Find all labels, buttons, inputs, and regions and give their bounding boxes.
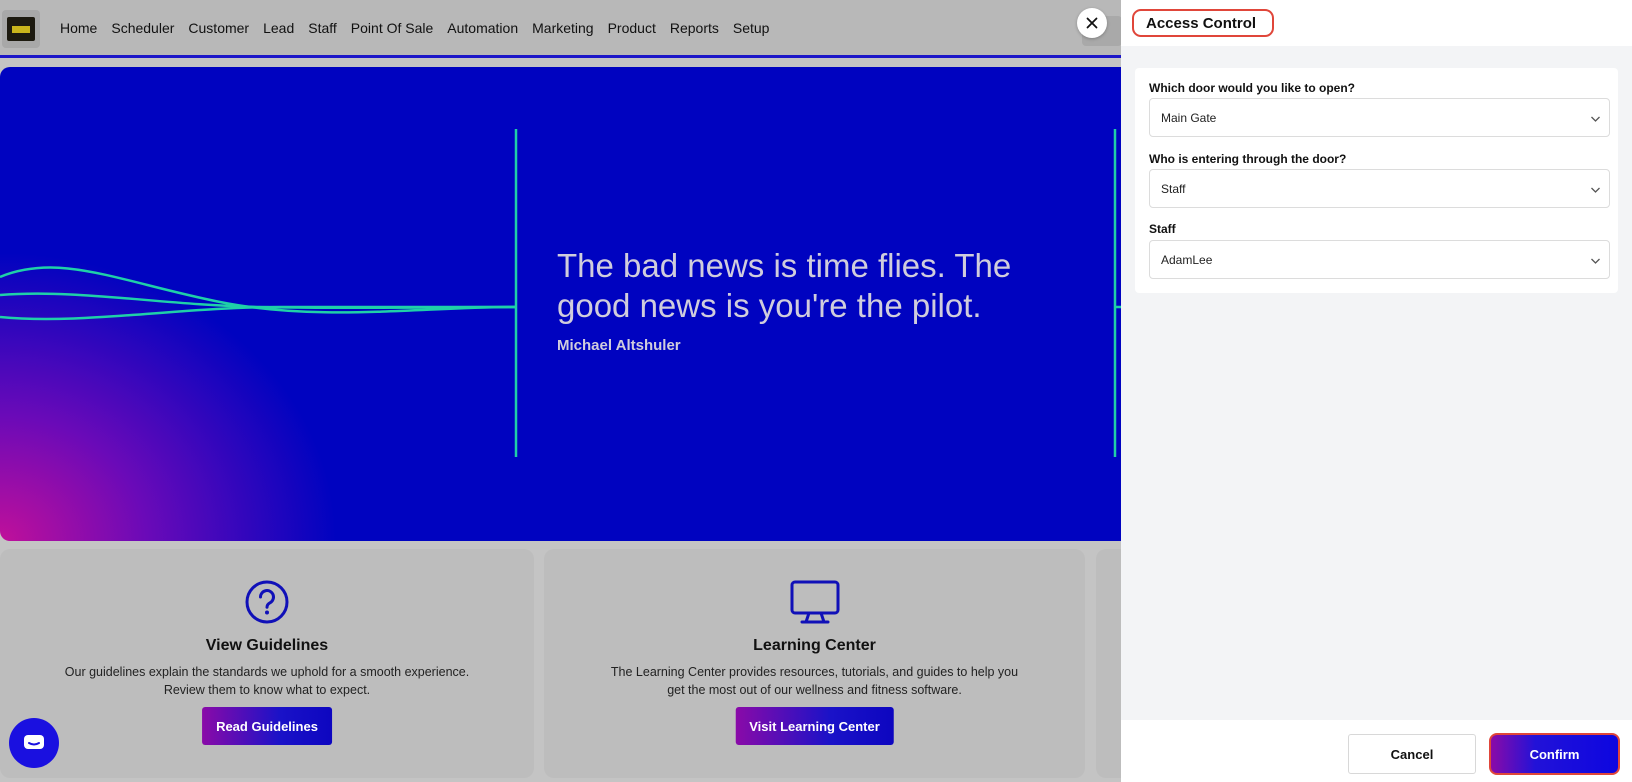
- card-title: View Guidelines: [205, 637, 329, 654]
- quote-text: The bad news is time flies. The good new…: [557, 247, 1012, 324]
- panel-footer: Cancel Confirm: [1121, 720, 1632, 782]
- panel-header: Access Control: [1121, 0, 1632, 46]
- entrant-type-select[interactable]: Staff: [1149, 169, 1610, 208]
- door-select-value: Main Gate: [1161, 111, 1217, 125]
- guidelines-card: View Guidelines Our guidelines explain t…: [0, 549, 534, 778]
- access-form: Which door would you like to open? Main …: [1135, 68, 1618, 293]
- card-description: The Learning Center provides resources, …: [610, 665, 1019, 697]
- card-description: Our guidelines explain the standards we …: [64, 665, 470, 697]
- nav-item-point-of-sale[interactable]: Point Of Sale: [351, 20, 434, 36]
- cancel-button[interactable]: Cancel: [1348, 734, 1476, 774]
- staff-select-value: AdamLee: [1161, 253, 1213, 267]
- nav-item-staff[interactable]: Staff: [308, 20, 337, 36]
- app-logo[interactable]: [2, 10, 40, 48]
- nav-item-scheduler[interactable]: Scheduler: [111, 20, 174, 36]
- confirm-button[interactable]: Confirm: [1489, 733, 1620, 775]
- nav-item-automation[interactable]: Automation: [447, 20, 518, 36]
- close-icon: [1086, 17, 1098, 29]
- nav-item-product[interactable]: Product: [608, 20, 656, 36]
- chevron-down-icon: [1591, 116, 1600, 122]
- panel-title: Access Control: [1132, 9, 1275, 37]
- nav-item-lead[interactable]: Lead: [263, 20, 294, 36]
- close-panel-button[interactable]: [1077, 8, 1107, 38]
- entrant-type-select-value: Staff: [1161, 182, 1186, 196]
- staff-label: Staff: [1149, 222, 1176, 236]
- chevron-down-icon: [1591, 187, 1600, 193]
- access-control-panel: Access Control Which door would you like…: [1121, 0, 1632, 782]
- quote-banner: The bad news is time flies. The good new…: [0, 67, 1121, 541]
- learning-center-card: Learning Center The Learning Center prov…: [544, 549, 1085, 778]
- nav-item-customer[interactable]: Customer: [188, 20, 249, 36]
- quote-author: Michael Altshuler: [557, 337, 681, 354]
- nav-item-reports[interactable]: Reports: [670, 20, 719, 36]
- nav-item-setup[interactable]: Setup: [733, 20, 770, 36]
- entrant-type-label: Who is entering through the door?: [1149, 152, 1347, 166]
- card-title: Learning Center: [753, 637, 876, 654]
- door-label: Which door would you like to open?: [1149, 81, 1355, 95]
- question-circle-icon: [245, 580, 289, 624]
- nav-item-home[interactable]: Home: [60, 20, 97, 36]
- chat-icon: [24, 735, 44, 749]
- visit-learning-center-button[interactable]: Visit Learning Center: [735, 707, 894, 745]
- staff-select[interactable]: AdamLee: [1149, 240, 1610, 279]
- chevron-down-icon: [1591, 258, 1600, 264]
- nav-item-marketing[interactable]: Marketing: [532, 20, 593, 36]
- read-guidelines-button[interactable]: Read Guidelines: [202, 707, 332, 745]
- main-nav: Home Scheduler Customer Lead Staff Point…: [60, 20, 769, 36]
- monitor-icon: [790, 580, 839, 624]
- door-select[interactable]: Main Gate: [1149, 98, 1610, 137]
- logo-mark: [7, 17, 35, 41]
- chat-widget-button[interactable]: [9, 718, 59, 768]
